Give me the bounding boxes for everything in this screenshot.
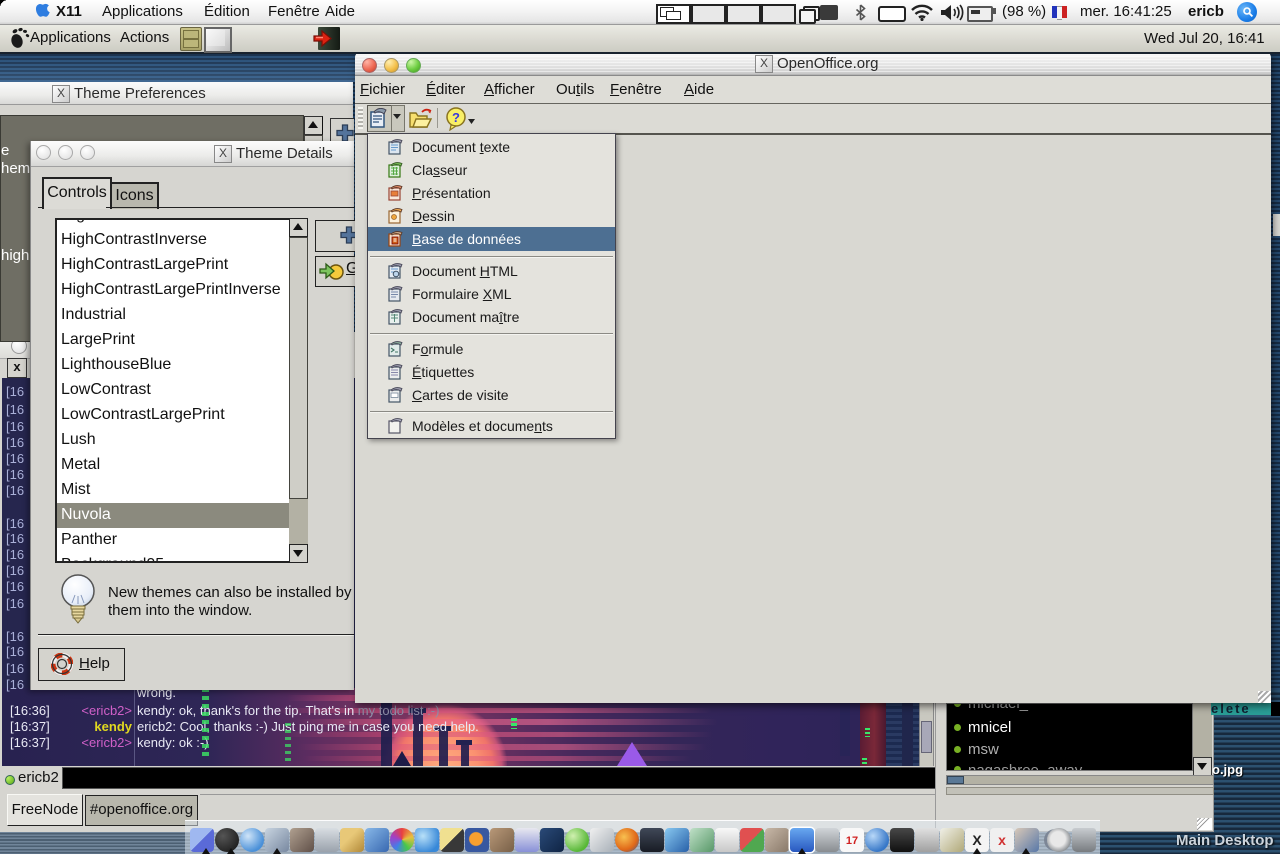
svg-text:?: ? <box>452 110 460 125</box>
